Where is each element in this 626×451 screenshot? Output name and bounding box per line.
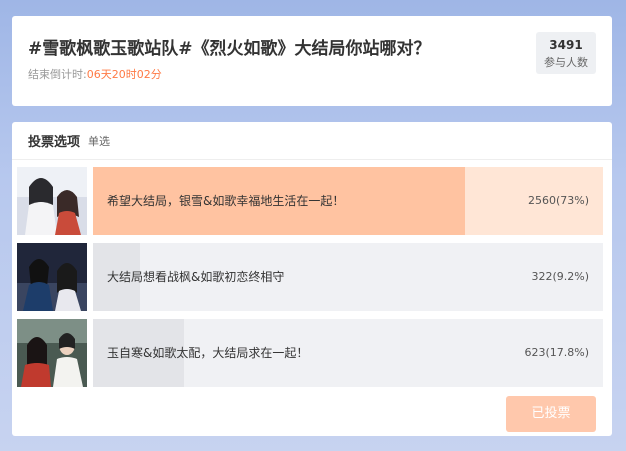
option-2-bar: 大结局想看战枫&如歌初恋终相守 322(9.2%) [93,243,603,311]
option-1-bar: 希望大结局，银雪&如歌幸福地生活在一起！ 2560(73%) [93,167,603,235]
option-3-bar: 玉自寒&如歌太配，大结局求在一起！ 623(17.8%) [93,319,603,387]
vote-option-1[interactable]: 希望大结局，银雪&如歌幸福地生活在一起！ 2560(73%) [17,167,603,235]
countdown-time: 06天20时02分 [86,68,162,81]
vote-header: 投票选项 单选 [12,122,612,160]
poll-header-card: #雪歌枫歌玉歌站队#《烈火如歌》大结局你站哪对？ 结束倒计时:06天20时02分… [12,16,612,106]
option-1-count: 2560(73%) [527,194,589,207]
option-3-text: 玉自寒&如歌太配，大结局求在一起！ [107,346,309,360]
option-2-count: 322(9.2%) [531,270,589,283]
option-2-text: 大结局想看战枫&如歌初恋终相守 [107,270,285,284]
vote-card: 投票选项 单选 希望大结局，银雪&如歌幸福地生活在一起！ 2560(73%) 大… [12,122,612,436]
option-3-thumbnail [17,319,87,387]
voted-button[interactable]: 已投票 [506,396,596,432]
countdown: 结束倒计时:06天20时02分 [28,66,162,82]
option-1-thumbnail [17,167,87,235]
option-3-count: 623(17.8%) [524,346,589,359]
participant-label: 参与人数 [544,56,588,69]
option-2-thumbnail [17,243,87,311]
participant-count: 3491 [549,38,583,52]
poll-title: #雪歌枫歌玉歌站队#《烈火如歌》大结局你站哪对？ [28,39,431,59]
vote-option-3[interactable]: 玉自寒&如歌太配，大结局求在一起！ 623(17.8%) [17,319,603,387]
option-1-text: 希望大结局，银雪&如歌幸福地生活在一起！ [107,194,345,208]
vote-mode: 单选 [88,134,111,148]
participant-count-box: 3491 参与人数 [536,32,596,74]
vote-option-2[interactable]: 大结局想看战枫&如歌初恋终相守 322(9.2%) [17,243,603,311]
vote-header-title: 投票选项 [28,135,81,150]
countdown-label: 结束倒计时: [28,68,87,81]
